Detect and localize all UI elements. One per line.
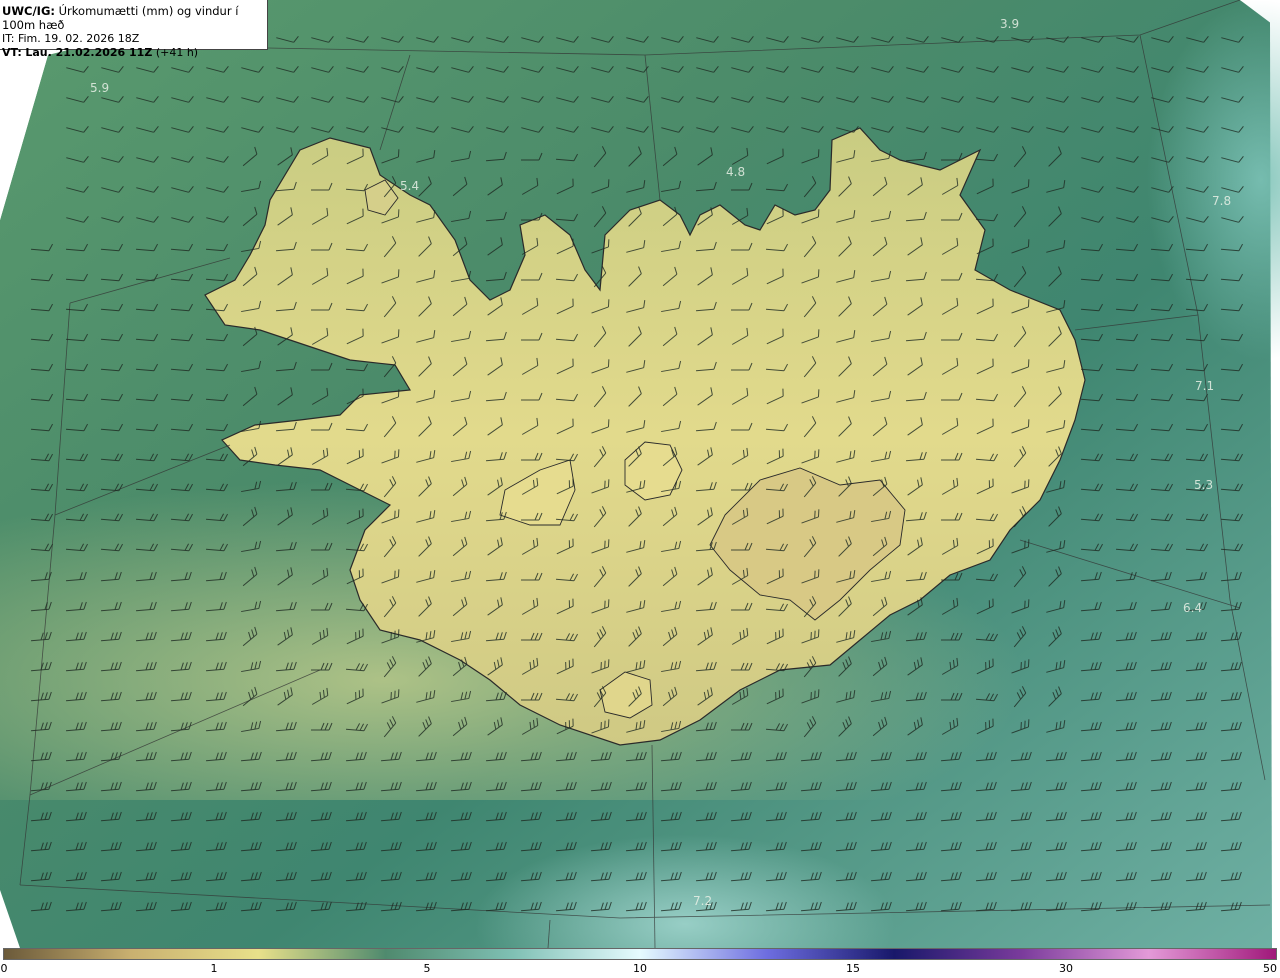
value-label: 7.1 bbox=[1195, 379, 1214, 393]
valid-label: VT: bbox=[2, 46, 22, 59]
value-label: 5.9 bbox=[90, 81, 109, 95]
colorbar: 0 1 5 10 15 30 50 bbox=[0, 948, 1280, 978]
map-canvas: 3.9 5.9 5.4 4.8 7.8 7.1 5.3 6.4 7.2 bbox=[0, 0, 1280, 948]
value-label: 5.3 bbox=[1194, 478, 1213, 492]
value-label: 5.4 bbox=[400, 179, 419, 193]
value-label: 7.2 bbox=[693, 894, 712, 908]
colorbar-tick: 30 bbox=[1059, 962, 1073, 975]
colorbar-tick: 0 bbox=[0, 962, 8, 975]
map-title-box: UWC/IG: Úrkomumætti (mm) og vindur í 100… bbox=[0, 0, 268, 59]
colorbar-tick: 1 bbox=[210, 962, 218, 975]
lead-time: (+41 h) bbox=[155, 46, 199, 59]
colorbar-strip bbox=[3, 948, 1277, 960]
title-line: UWC/IG: Úrkomumætti (mm) og vindur í 100… bbox=[2, 4, 267, 32]
colorbar-tick: 10 bbox=[633, 962, 647, 975]
init-time-line: IT: Fim. 19. 02. 2026 18Z bbox=[2, 32, 267, 46]
init-label: IT: bbox=[2, 32, 15, 45]
value-label: 3.9 bbox=[1000, 17, 1019, 31]
colorbar-tick: 50 bbox=[1263, 962, 1277, 975]
valid-time-line: VT: Lau. 21.02.2026 11Z (+41 h) bbox=[2, 46, 267, 60]
colorbar-tick: 5 bbox=[423, 962, 431, 975]
colorbar-tick: 15 bbox=[846, 962, 860, 975]
valid-time: Lau. 21.02.2026 11Z bbox=[25, 46, 153, 59]
model-name: UWC/IG: bbox=[2, 4, 55, 18]
init-time: Fim. 19. 02. 2026 18Z bbox=[17, 32, 140, 45]
value-label: 4.8 bbox=[726, 165, 745, 179]
value-label: 7.8 bbox=[1212, 194, 1231, 208]
value-label: 6.4 bbox=[1183, 601, 1202, 615]
